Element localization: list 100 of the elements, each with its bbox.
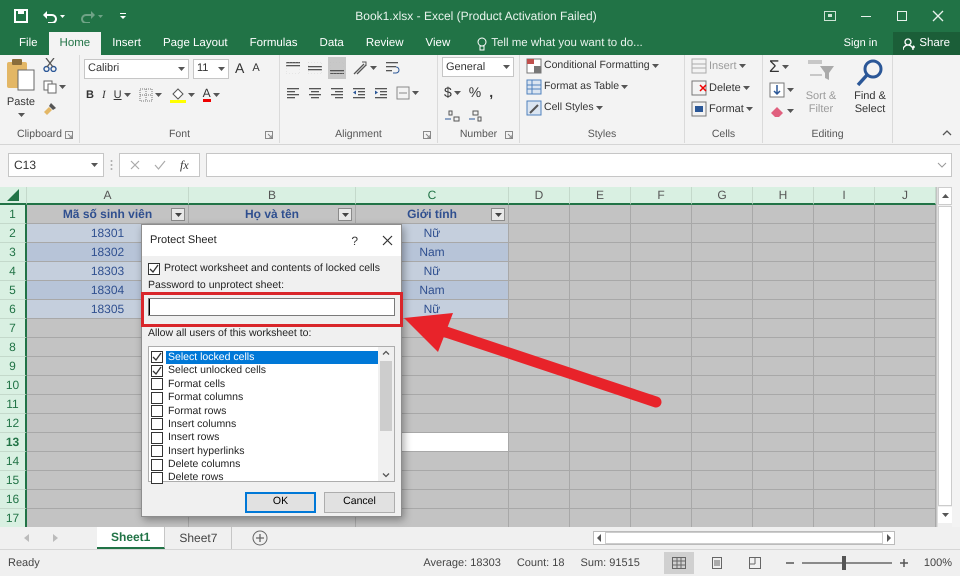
empty-cell[interactable] [814, 205, 875, 224]
checkbox[interactable] [151, 418, 163, 430]
shrink-font-button[interactable]: A [250, 59, 262, 78]
empty-cell[interactable] [509, 490, 570, 509]
empty-cell[interactable] [692, 262, 753, 281]
bottom-align-button[interactable] [328, 57, 346, 79]
empty-cell[interactable] [753, 319, 814, 338]
arrow-right-icon[interactable] [884, 532, 894, 544]
undo-icon[interactable] [42, 9, 66, 23]
empty-cell[interactable] [814, 414, 875, 433]
row-header[interactable]: 15 [0, 471, 27, 490]
column-header[interactable]: A [27, 187, 189, 205]
ribbon-tab[interactable]: Review [354, 32, 415, 55]
empty-cell[interactable] [875, 433, 936, 452]
empty-cell[interactable] [692, 319, 753, 338]
checkbox[interactable] [151, 351, 163, 364]
empty-cell[interactable] [570, 376, 631, 395]
ribbon-tab[interactable]: Page Layout [152, 32, 239, 55]
number-format-dropdown[interactable]: General [442, 57, 514, 77]
ribbon-tab[interactable]: File [8, 32, 49, 55]
empty-cell[interactable] [875, 243, 936, 262]
dialog-launcher-icon[interactable] [265, 131, 273, 139]
empty-cell[interactable] [875, 300, 936, 319]
empty-cell[interactable] [570, 319, 631, 338]
center-button[interactable] [306, 85, 324, 101]
table-header-cell[interactable]: Giới tính [356, 205, 509, 224]
dialog-launcher-icon[interactable] [423, 131, 431, 139]
checkbox[interactable] [151, 405, 163, 417]
empty-cell[interactable] [570, 262, 631, 281]
empty-cell[interactable] [570, 452, 631, 471]
empty-cell[interactable] [814, 338, 875, 357]
font-color-button[interactable]: A [200, 87, 222, 104]
checkbox[interactable] [151, 364, 163, 377]
empty-cell[interactable] [875, 490, 936, 509]
empty-cell[interactable] [570, 471, 631, 490]
scroll-down-button[interactable] [938, 507, 952, 523]
empty-cell[interactable] [631, 357, 692, 376]
empty-cell[interactable] [753, 338, 814, 357]
empty-cell[interactable] [631, 395, 692, 414]
empty-cell[interactable] [570, 205, 631, 224]
empty-cell[interactable] [814, 262, 875, 281]
checkbox[interactable] [151, 445, 163, 458]
column-header[interactable]: I [814, 187, 875, 205]
empty-cell[interactable] [814, 300, 875, 319]
checkbox[interactable] [151, 472, 163, 484]
empty-cell[interactable] [509, 452, 570, 471]
empty-cell[interactable] [692, 243, 753, 262]
row-header[interactable]: 9 [0, 357, 27, 376]
empty-cell[interactable] [753, 471, 814, 490]
row-header[interactable]: 14 [0, 452, 27, 471]
empty-cell[interactable] [875, 414, 936, 433]
column-header[interactable]: G [692, 187, 753, 205]
empty-cell[interactable] [753, 395, 814, 414]
row-header[interactable]: 16 [0, 490, 27, 509]
password-field[interactable] [148, 298, 395, 316]
cancel-icon[interactable] [130, 160, 140, 170]
filter-button[interactable] [491, 208, 505, 221]
empty-cell[interactable] [814, 395, 875, 414]
font-size-dropdown[interactable]: 11 [193, 58, 229, 78]
empty-cell[interactable] [631, 205, 692, 224]
format-as-table-button[interactable]: Format as Table [524, 78, 661, 96]
empty-cell[interactable] [692, 490, 753, 509]
empty-cell[interactable] [631, 490, 692, 509]
empty-cell[interactable] [631, 319, 692, 338]
empty-cell[interactable] [570, 433, 631, 452]
tell-me-field[interactable]: Tell me what you want to do... [491, 34, 682, 52]
row-header[interactable]: 5 [0, 281, 27, 300]
ribbon-tab[interactable]: View [414, 32, 462, 55]
empty-cell[interactable] [814, 490, 875, 509]
list-item[interactable]: Insert columns [166, 418, 378, 431]
empty-cell[interactable] [753, 490, 814, 509]
column-header[interactable]: C [356, 187, 509, 205]
empty-cell[interactable] [631, 433, 692, 452]
empty-cell[interactable] [692, 357, 753, 376]
empty-cell[interactable] [509, 471, 570, 490]
empty-cell[interactable] [692, 376, 753, 395]
empty-cell[interactable] [631, 452, 692, 471]
collapse-ribbon-icon[interactable] [942, 130, 952, 136]
empty-cell[interactable] [814, 376, 875, 395]
slider-thumb[interactable] [842, 556, 846, 570]
share-button[interactable]: Share [893, 32, 960, 55]
checkbox[interactable] [151, 392, 163, 404]
percent-button[interactable]: % [466, 81, 484, 104]
column-header[interactable]: F [631, 187, 692, 205]
list-item[interactable]: Delete rows [166, 471, 378, 484]
enter-icon[interactable] [154, 160, 166, 170]
insert-function-button[interactable]: fx [180, 156, 189, 174]
empty-cell[interactable] [631, 224, 692, 243]
empty-cell[interactable] [753, 414, 814, 433]
empty-cell[interactable] [875, 338, 936, 357]
empty-cell[interactable] [814, 452, 875, 471]
bold-button[interactable]: B [84, 86, 96, 104]
scroll-thumb[interactable] [938, 206, 952, 506]
next-sheet-icon[interactable] [53, 534, 58, 542]
row-header[interactable]: 7 [0, 319, 27, 338]
ribbon-tab[interactable]: Home [48, 32, 102, 55]
ribbon-tab[interactable]: Formulas [238, 32, 309, 55]
empty-cell[interactable] [631, 300, 692, 319]
cells-button[interactable]: Format [689, 100, 755, 118]
empty-cell[interactable] [570, 338, 631, 357]
